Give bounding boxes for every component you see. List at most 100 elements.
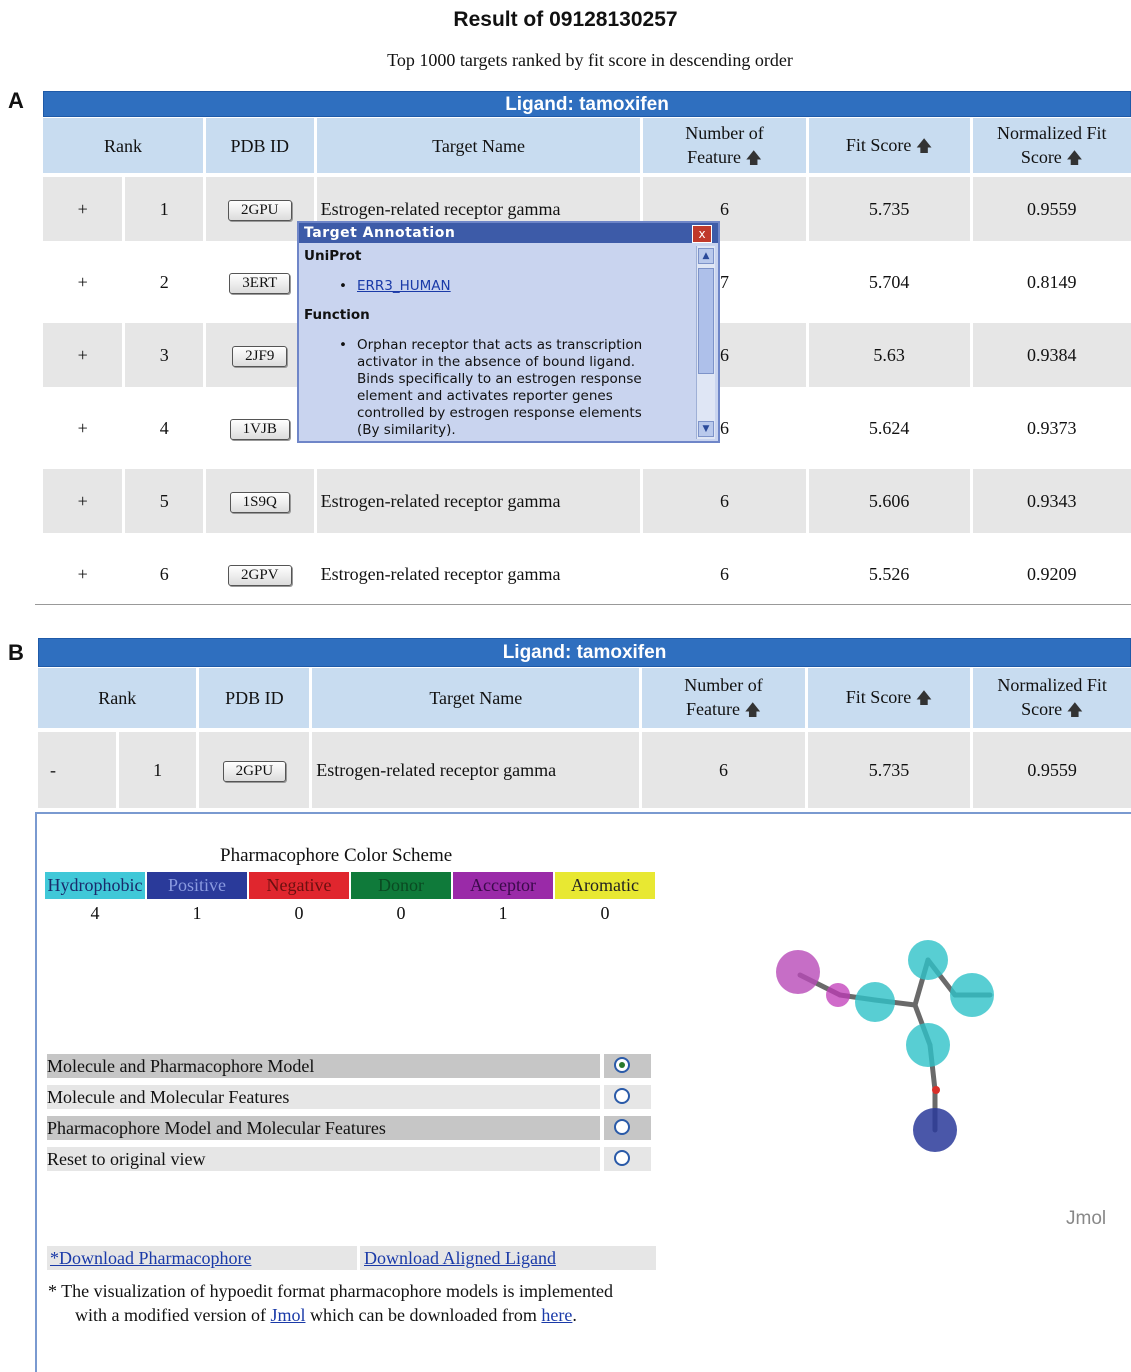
pdb-id-button[interactable]: 2GPU <box>222 760 287 782</box>
sort-up-icon[interactable]: 🡅 <box>746 150 762 167</box>
pdb-cell: 1S9Q <box>205 469 314 533</box>
note-text: with a modified version of <box>75 1305 271 1325</box>
visualization-note: * The visualization of hypoedit format p… <box>48 1279 688 1327</box>
color-scheme-count: 1 <box>498 903 508 923</box>
feature-count-cell: 6 <box>643 533 806 615</box>
pdb-id-button[interactable]: 2JF9 <box>232 345 288 367</box>
fit-score-cell: 5.735 <box>808 177 970 241</box>
view-option-label[interactable]: Molecule and Pharmacophore Model <box>47 1054 314 1078</box>
divider <box>35 604 1131 605</box>
header-rank[interactable]: Rank <box>43 118 203 173</box>
sort-up-icon[interactable]: 🡅 <box>745 702 761 719</box>
page-subtitle: Top 1000 targets ranked by fit score in … <box>387 50 793 70</box>
collapse-toggle[interactable]: - <box>38 732 116 808</box>
expand-toggle[interactable]: + <box>43 533 123 615</box>
rank-cell: 3 <box>125 323 203 387</box>
download-aligned-ligand-link[interactable]: Download Aligned Ligand <box>364 1248 556 1268</box>
function-line: (By similarity). <box>357 422 456 438</box>
fit-score-cell: 5.526 <box>808 533 970 615</box>
target-name-cell[interactable]: Estrogen-related receptor gamma <box>316 469 641 533</box>
header-label: Normalized Fit <box>997 122 1107 143</box>
pdb-id-button[interactable]: 1VJB <box>229 418 290 440</box>
expand-toggle[interactable]: + <box>43 387 123 469</box>
function-label: Function <box>304 307 370 323</box>
pdb-cell: 2GPU <box>199 732 310 808</box>
panel-b-results-table: Rank PDB ID Target Name Number of Feature… <box>35 668 1131 808</box>
uniprot-link[interactable]: ERR3_HUMAN <box>357 278 451 294</box>
panel-b-letter: B <box>8 640 24 665</box>
panel-a-letter: A <box>8 88 24 113</box>
panel-a-ligand-bar: Ligand: tamoxifen <box>43 91 1131 117</box>
rank-cell: 2 <box>125 241 203 323</box>
header-fit-score[interactable]: Fit Score 🡅 <box>808 118 970 173</box>
view-option-label[interactable]: Pharmacophore Model and Molecular Featur… <box>47 1116 386 1140</box>
header-label: Feature <box>686 699 741 719</box>
jmol-link[interactable]: Jmol <box>270 1305 305 1325</box>
hydrophobic-feature-sphere <box>908 940 948 980</box>
note-text: . <box>572 1305 577 1325</box>
bullet-icon: • <box>339 337 347 353</box>
header-fit-score[interactable]: Fit Score 🡅 <box>807 668 971 728</box>
header-pdb-id[interactable]: PDB ID <box>205 118 314 173</box>
radio-cell <box>604 1054 651 1078</box>
header-rank[interactable]: Rank <box>38 668 197 728</box>
pdb-id-button[interactable]: 2GPV <box>228 564 292 586</box>
header-normalized-fit-score[interactable]: Normalized Fit Score 🡅 <box>973 668 1131 728</box>
pdb-id-button[interactable]: 3ERT <box>229 272 291 294</box>
header-target-name[interactable]: Target Name <box>312 668 640 728</box>
color-scheme-count: 4 <box>90 903 100 923</box>
color-scheme-label: Aromatic <box>555 872 655 899</box>
pdb-id-button[interactable]: 1S9Q <box>229 491 290 513</box>
table-row: + 5 1S9Q Estrogen-related receptor gamma… <box>43 469 1131 533</box>
rank-cell: 6 <box>125 533 203 615</box>
download-pharmacophore-link[interactable]: *Download Pharmacophore <box>50 1248 251 1268</box>
close-icon[interactable]: x <box>692 225 712 243</box>
normalized-fit-cell: 0.9209 <box>972 533 1131 615</box>
header-pdb-id[interactable]: PDB ID <box>199 668 310 728</box>
color-scheme-label: Acceptor <box>453 872 553 899</box>
pdb-id-button[interactable]: 2GPU <box>228 199 292 221</box>
table-header: Rank PDB ID Target Name Number of Feature… <box>38 668 1131 728</box>
view-option-radio[interactable] <box>614 1057 630 1073</box>
view-option-radio[interactable] <box>614 1119 630 1135</box>
uniprot-label: UniProt <box>304 248 362 264</box>
scrollbar-thumb[interactable] <box>698 268 714 374</box>
sort-up-icon[interactable]: 🡅 <box>916 138 932 155</box>
expand-toggle[interactable]: + <box>43 241 123 323</box>
here-link[interactable]: here <box>541 1305 572 1325</box>
function-line: Binds specifically to an estrogen respon… <box>357 371 642 387</box>
color-scheme-label: Negative <box>249 872 349 899</box>
sort-up-icon[interactable]: 🡅 <box>1067 702 1083 719</box>
expand-toggle[interactable]: + <box>43 177 123 241</box>
feature-count-cell: 6 <box>642 732 805 808</box>
function-line: activator in the absence of bound ligand… <box>357 354 636 370</box>
header-number-of-feature[interactable]: Number of Feature 🡅 <box>642 668 805 728</box>
scroll-down-icon[interactable]: ▼ <box>698 421 714 437</box>
header-number-of-feature[interactable]: Number of Feature 🡅 <box>643 118 806 173</box>
view-option-radio[interactable] <box>614 1150 630 1166</box>
view-option-radio[interactable] <box>614 1088 630 1104</box>
sort-up-icon[interactable]: 🡅 <box>1066 150 1082 167</box>
target-name-cell[interactable]: Estrogen-related receptor gamma <box>316 533 641 615</box>
header-target-name[interactable]: Target Name <box>316 118 641 173</box>
scroll-up-icon[interactable]: ▲ <box>698 248 714 264</box>
normalized-fit-cell: 0.9559 <box>972 177 1131 241</box>
jmol-molecule-viewer[interactable] <box>740 920 1040 1170</box>
color-scheme-count: 1 <box>192 903 202 923</box>
header-label: Score <box>1020 146 1062 167</box>
normalized-fit-cell: 0.9384 <box>972 323 1131 387</box>
header-normalized-fit-score[interactable]: Normalized Fit Score 🡅 <box>972 118 1131 173</box>
function-text: Orphan receptor that acts as transcripti… <box>357 337 642 439</box>
view-option-label[interactable]: Reset to original view <box>47 1147 205 1171</box>
color-scheme-title: Pharmacophore Color Scheme <box>220 845 453 866</box>
radio-cell <box>604 1116 651 1140</box>
acceptor-feature-sphere <box>826 983 850 1007</box>
view-option-label[interactable]: Molecule and Molecular Features <box>47 1085 289 1109</box>
popup-scrollbar[interactable]: ▲ ▼ <box>696 246 715 439</box>
target-name-cell[interactable]: Estrogen-related receptor gamma <box>312 732 640 808</box>
uniprot-link-text[interactable]: ERR3_HUMAN <box>357 278 451 294</box>
oxygen-atom <box>932 1086 940 1094</box>
expand-toggle[interactable]: + <box>43 323 123 387</box>
expand-toggle[interactable]: + <box>43 469 123 533</box>
sort-up-icon[interactable]: 🡅 <box>916 690 932 707</box>
